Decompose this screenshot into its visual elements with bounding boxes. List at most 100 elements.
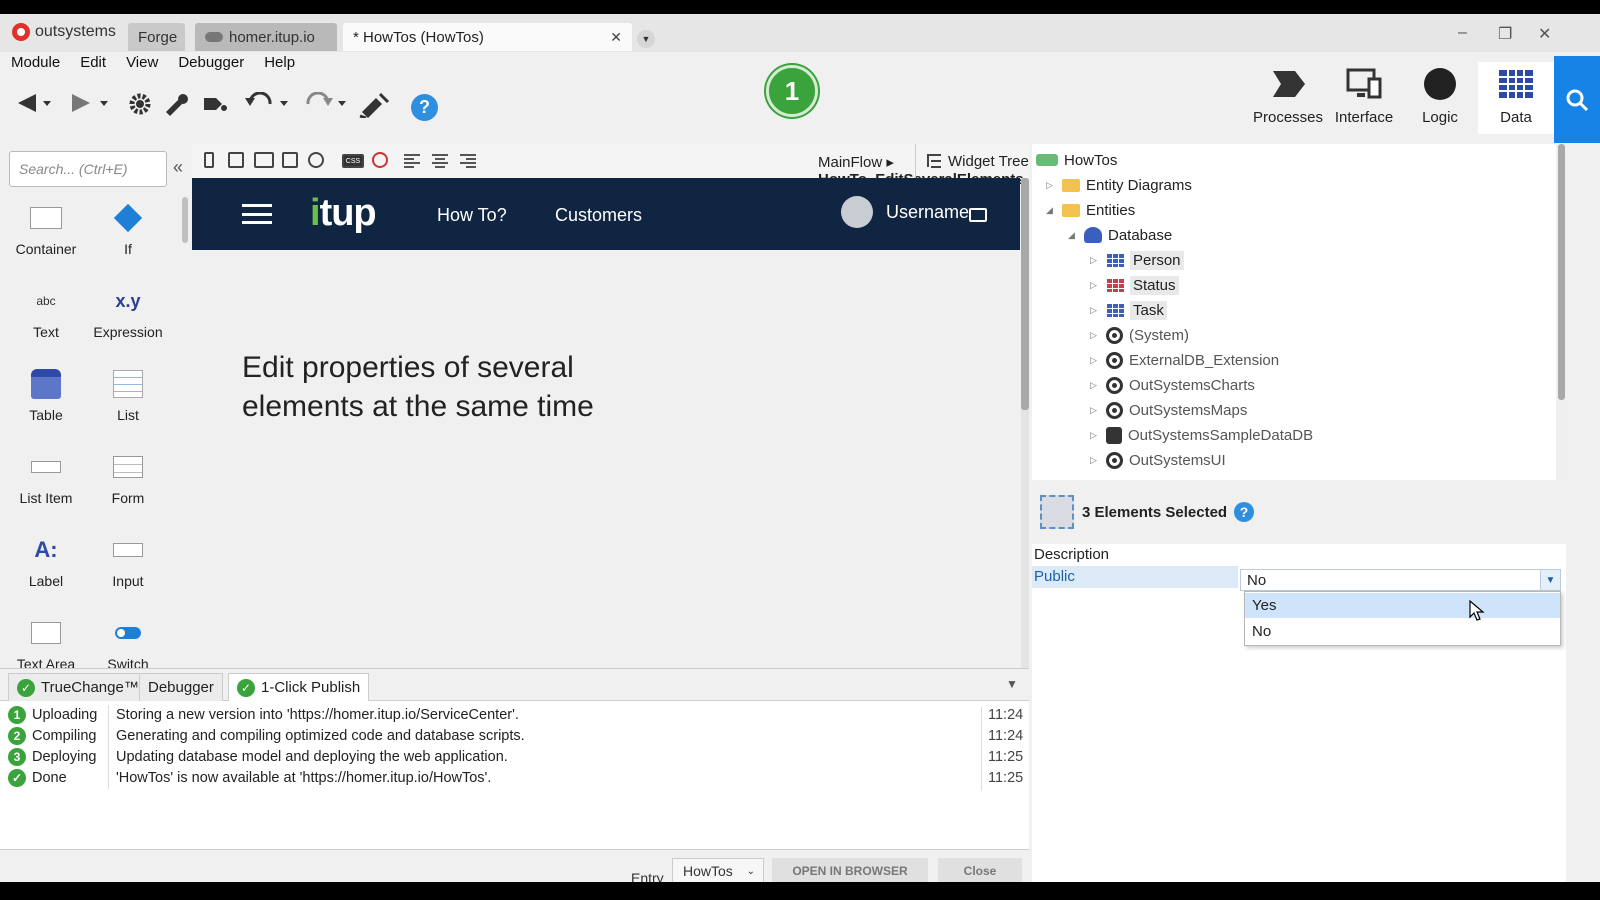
undo-icon[interactable]: [244, 92, 290, 116]
zoom-icon[interactable]: [308, 152, 324, 168]
expand-icon[interactable]: ▷: [1090, 330, 1100, 341]
tree-node-status[interactable]: ▷ Status: [1090, 273, 1179, 297]
design-canvas[interactable]: itup How To? Customers Username Edit pro…: [192, 178, 1020, 668]
expand-icon[interactable]: ▷: [1090, 405, 1100, 416]
collapse-icon[interactable]: ◢: [1068, 230, 1078, 241]
tree-node-entities[interactable]: ◢ Entities: [1046, 198, 1135, 222]
public-select[interactable]: No ▼: [1240, 569, 1561, 591]
tree-node-task[interactable]: ▷ Task: [1090, 298, 1167, 322]
settings-icon[interactable]: [128, 92, 152, 116]
tab-interface[interactable]: Interface: [1326, 62, 1402, 134]
expand-icon[interactable]: ▷: [1090, 380, 1100, 391]
tree-node-entity-diagrams[interactable]: ▷ Entity Diagrams: [1046, 173, 1192, 197]
collapse-panel-icon[interactable]: «: [173, 157, 183, 178]
hamburger-menu-icon[interactable]: [242, 204, 272, 224]
widget-table[interactable]: Table: [4, 359, 88, 433]
align-center-icon[interactable]: [432, 154, 448, 168]
chevron-down-icon[interactable]: ▼: [1540, 570, 1560, 590]
phone-preview-icon[interactable]: [204, 152, 214, 168]
canvas-scrollbar[interactable]: [1021, 178, 1029, 668]
tab-logic[interactable]: Logic: [1402, 62, 1478, 134]
widget-expression[interactable]: x.y Expression: [86, 276, 170, 350]
nav-customers[interactable]: Customers: [555, 205, 642, 226]
breadcrumb-parent[interactable]: MainFlow: [818, 154, 882, 171]
property-row-description[interactable]: Description: [1032, 544, 1566, 566]
collapse-icon[interactable]: ◢: [1046, 205, 1056, 216]
tablet-preview-icon[interactable]: [228, 152, 244, 168]
tree-node-charts[interactable]: ▷ OutSystemsCharts: [1090, 373, 1255, 397]
expand-icon[interactable]: ▷: [1090, 455, 1100, 466]
expand-icon[interactable]: ▷: [1090, 305, 1100, 316]
username[interactable]: Username: [886, 202, 969, 223]
nav-how-to[interactable]: How To?: [437, 205, 507, 226]
open-in-browser-button[interactable]: OPEN IN BROWSER: [772, 858, 928, 882]
logout-icon[interactable]: [969, 208, 987, 222]
tree-node-externaldb[interactable]: ▷ ExternalDB_Extension: [1090, 348, 1279, 372]
tab-processes[interactable]: Processes: [1250, 62, 1326, 134]
expand-icon[interactable]: ▷: [1090, 355, 1100, 366]
dropdown-option-no[interactable]: No: [1245, 619, 1560, 644]
close-button[interactable]: Close: [938, 858, 1022, 882]
tab-forge[interactable]: Forge: [128, 23, 185, 51]
tree-scrollbar[interactable]: [1557, 144, 1566, 480]
redo-icon[interactable]: [302, 92, 348, 116]
tab-truechange[interactable]: ✓ TrueChange™: [8, 673, 148, 701]
widget-search-input[interactable]: Search... (Ctrl+E): [9, 151, 167, 187]
tree-node-root[interactable]: HowTos: [1036, 148, 1117, 172]
publish-icon[interactable]: [358, 92, 392, 118]
close-icon[interactable]: ✕: [610, 29, 622, 46]
menu-help[interactable]: Help: [264, 54, 295, 78]
tree-node-sampledatadb[interactable]: ▷ OutSystemsSampleDataDB: [1090, 423, 1313, 447]
expand-icon[interactable]: ▷: [1090, 280, 1100, 291]
align-right-icon[interactable]: [460, 154, 476, 168]
tab-module[interactable]: * HowTos (HowTos) ✕: [343, 23, 632, 51]
search-button[interactable]: [1554, 56, 1600, 143]
publish-status-badge[interactable]: 1: [766, 65, 818, 117]
menu-debugger[interactable]: Debugger: [178, 54, 244, 78]
theme-icon[interactable]: [372, 152, 388, 168]
widget-text[interactable]: abc Text: [4, 276, 88, 350]
panel-dropdown-icon[interactable]: ▼: [1006, 677, 1018, 691]
help-button[interactable]: ?: [411, 94, 438, 121]
widget-input[interactable]: Input: [86, 525, 170, 599]
tab-environment[interactable]: homer.itup.io: [195, 23, 337, 51]
minimize-icon[interactable]: –: [1458, 24, 1467, 42]
back-icon[interactable]: [16, 92, 52, 114]
widget-list-item[interactable]: List Item: [4, 442, 88, 516]
rotate-icon[interactable]: [282, 152, 298, 168]
align-left-icon[interactable]: [404, 154, 420, 168]
forward-icon[interactable]: [68, 92, 110, 114]
tree-node-system[interactable]: ▷ (System): [1090, 323, 1189, 347]
tabs-dropdown-icon[interactable]: ▼: [637, 30, 655, 48]
merge-icon[interactable]: [202, 92, 228, 116]
tree-node-ui[interactable]: ▷ OutSystemsUI: [1090, 448, 1226, 472]
expand-icon[interactable]: ▷: [1090, 430, 1100, 441]
menu-edit[interactable]: Edit: [80, 54, 106, 78]
tab-1-click-publish[interactable]: ✓ 1-Click Publish: [228, 673, 370, 701]
page-heading[interactable]: Edit properties of several elements at t…: [242, 348, 642, 426]
tree-node-database[interactable]: ◢ Database: [1068, 223, 1172, 247]
widget-list[interactable]: List: [86, 359, 170, 433]
dropdown-option-yes[interactable]: Yes: [1245, 593, 1560, 618]
widget-tree-button[interactable]: Widget Tree: [915, 144, 1029, 178]
tab-data[interactable]: Data: [1478, 62, 1554, 134]
menu-module[interactable]: Module: [11, 54, 60, 78]
desktop-preview-icon[interactable]: [254, 152, 274, 168]
widget-container[interactable]: Container: [4, 193, 88, 267]
widget-if[interactable]: If: [86, 193, 170, 267]
log-message[interactable]: 'HowTos' is now available at 'https://ho…: [116, 770, 491, 786]
window-close-icon[interactable]: ✕: [1538, 24, 1551, 44]
expand-icon[interactable]: ▷: [1046, 180, 1056, 191]
entry-select[interactable]: HowTos ⌄: [672, 858, 764, 882]
expand-icon[interactable]: ▷: [1090, 255, 1100, 266]
toolbox-scrollbar[interactable]: [182, 197, 188, 243]
css-icon[interactable]: CSS: [342, 154, 364, 168]
refactor-icon[interactable]: [164, 92, 190, 116]
menu-view[interactable]: View: [126, 54, 158, 78]
widget-form[interactable]: Form: [86, 442, 170, 516]
maximize-icon[interactable]: ❐: [1498, 24, 1512, 44]
tab-debugger[interactable]: Debugger: [139, 673, 223, 701]
help-icon[interactable]: ?: [1234, 502, 1254, 522]
user-avatar-icon[interactable]: [841, 196, 873, 228]
tree-node-maps[interactable]: ▷ OutSystemsMaps: [1090, 398, 1247, 422]
